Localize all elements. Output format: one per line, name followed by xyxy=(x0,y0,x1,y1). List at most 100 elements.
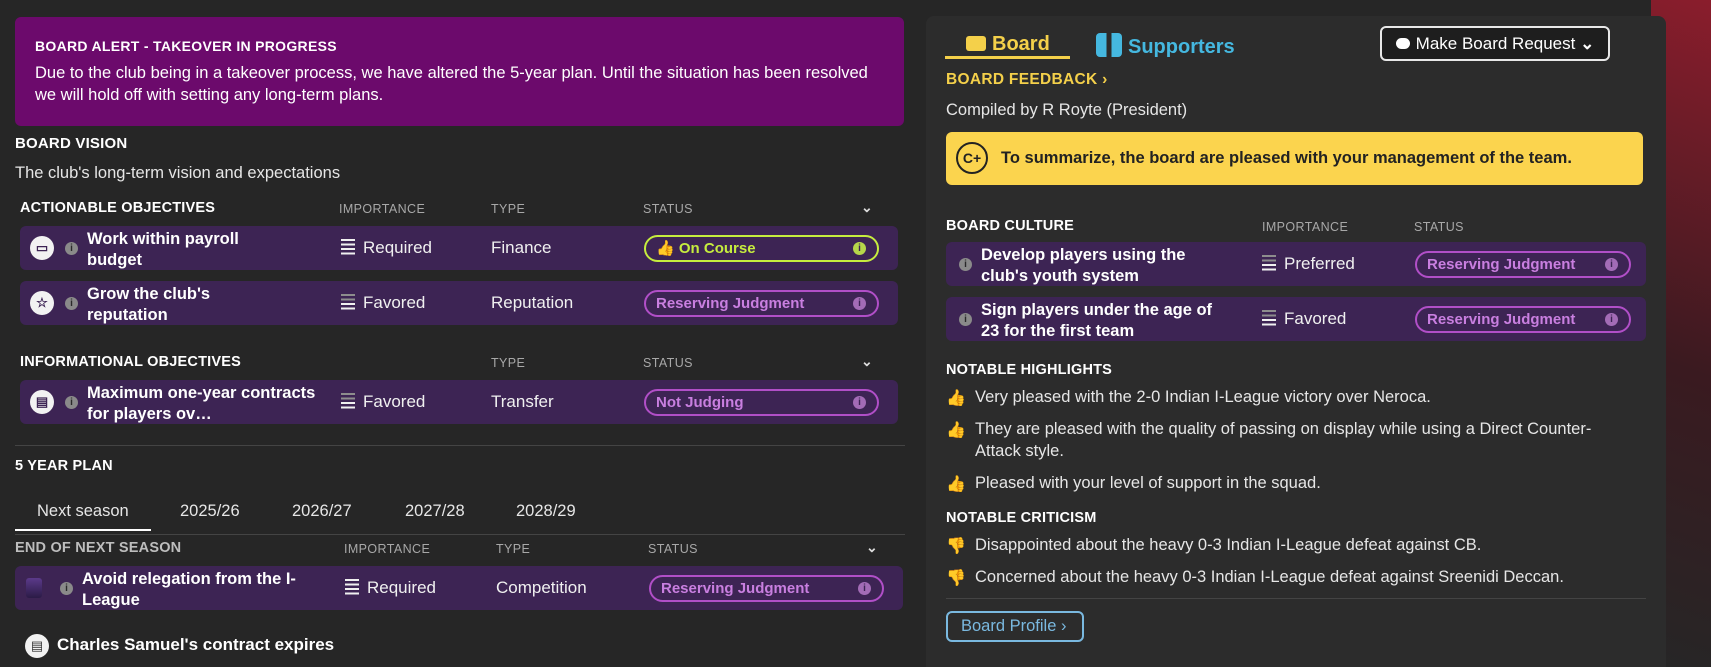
objective-type: Finance xyxy=(491,238,552,257)
tab-2028-29[interactable]: 2028/29 xyxy=(516,502,576,521)
make-board-request-button[interactable]: Make Board Request ⌄ xyxy=(1380,26,1610,61)
thumbs-down-icon: 👎 xyxy=(946,570,966,587)
informational-objectives-header: INFORMATIONAL OBJECTIVES xyxy=(20,354,241,370)
summary-banner: C+ To summarize, the board are pleased w… xyxy=(946,132,1643,185)
info-icon[interactable]: i xyxy=(65,297,78,310)
end-of-next-season-header: END OF NEXT SEASON xyxy=(15,540,182,556)
status-badge[interactable]: Reserving Judgment i xyxy=(649,575,884,602)
tab-supporters[interactable]: Supporters xyxy=(1096,33,1235,59)
divider xyxy=(946,598,1646,599)
info-icon[interactable]: i xyxy=(858,582,871,595)
briefcase-icon xyxy=(966,36,986,51)
col-type: TYPE xyxy=(491,356,526,370)
culture-row[interactable]: i Develop players using the club's youth… xyxy=(946,242,1646,286)
divider xyxy=(15,534,905,535)
thumbs-up-icon: 👍 xyxy=(946,476,966,493)
objective-importance: Required xyxy=(345,578,436,598)
objective-type: Reputation xyxy=(491,293,574,312)
objective-row[interactable]: i Avoid relegation from the I-League Req… xyxy=(15,566,903,610)
status-badge[interactable]: Reserving Judgment i xyxy=(1415,306,1631,333)
notable-criticism-header: NOTABLE CRITICISM xyxy=(946,510,1097,526)
money-icon: ▭ xyxy=(30,236,54,260)
objective-row[interactable]: ▭ i Work within payroll budget Required … xyxy=(20,226,898,270)
thumbs-down-icon: 👎 xyxy=(946,538,966,555)
document-icon: ▤ xyxy=(25,634,49,658)
thumbs-up-icon: 👍 xyxy=(946,422,966,439)
status-badge[interactable]: Reserving Judgment i xyxy=(644,290,879,317)
col-status: STATUS xyxy=(643,356,693,370)
objective-name: Avoid relegation from the I-League xyxy=(82,570,296,609)
tab-2026-27[interactable]: 2026/27 xyxy=(292,502,352,521)
objective-row[interactable]: ☆ i Grow the club's reputation Favored R… xyxy=(20,281,898,325)
status-badge[interactable]: 👍 On Course i xyxy=(644,235,879,262)
board-feedback-link[interactable]: BOARD FEEDBACK › xyxy=(946,71,1108,89)
alert-text: Due to the club being in a takeover proc… xyxy=(35,64,868,104)
importance-bars-icon xyxy=(1262,255,1276,271)
tab-2025-26[interactable]: 2025/26 xyxy=(180,502,240,521)
chevron-down-icon: ⌄ xyxy=(1580,34,1595,53)
chevron-right-icon: › xyxy=(1060,617,1067,635)
importance-bars-icon xyxy=(341,239,355,255)
chevron-down-icon[interactable]: ⌄ xyxy=(861,353,873,370)
status-badge[interactable]: Reserving Judgment i xyxy=(1415,251,1631,278)
relegation-icon xyxy=(26,578,42,598)
objective-name: Work within payroll budget xyxy=(87,230,239,269)
status-text: Reserving Judgment xyxy=(661,580,810,597)
contract-note-text: Charles Samuel's contract expires xyxy=(57,635,335,654)
info-icon[interactable]: i xyxy=(65,242,78,255)
col-status: STATUS xyxy=(1414,220,1464,234)
objective-importance: Required xyxy=(341,238,432,258)
info-icon[interactable]: i xyxy=(1605,313,1618,326)
chevron-down-icon[interactable]: ⌄ xyxy=(861,199,873,216)
importance-bars-icon xyxy=(341,393,355,409)
tab-2027-28[interactable]: 2027/28 xyxy=(405,502,465,521)
chevron-down-icon[interactable]: ⌄ xyxy=(866,539,878,556)
info-icon[interactable]: i xyxy=(1605,258,1618,271)
supporters-icon xyxy=(1096,33,1122,57)
info-icon[interactable]: i xyxy=(853,242,866,255)
culture-name: Sign players under the age of 23 for the… xyxy=(981,301,1213,340)
tab-board[interactable]: Board xyxy=(966,33,1050,56)
objective-type: Transfer xyxy=(491,392,554,411)
grade-badge: C+ xyxy=(956,142,988,174)
objective-name: Maximum one-year contracts for players o… xyxy=(87,384,316,423)
culture-row[interactable]: i Sign players under the age of 23 for t… xyxy=(946,297,1646,341)
info-icon[interactable]: i xyxy=(959,313,972,326)
status-text: Reserving Judgment xyxy=(1427,311,1576,328)
objective-importance: Favored xyxy=(341,392,425,412)
col-importance: IMPORTANCE xyxy=(1262,220,1349,234)
info-icon[interactable]: i xyxy=(853,396,866,409)
objective-name: Grow the club's reputation xyxy=(87,285,211,324)
document-icon: ▤ xyxy=(30,390,54,414)
status-text: Not Judging xyxy=(656,394,744,411)
info-icon[interactable]: i xyxy=(959,258,972,271)
status-text: On Course xyxy=(678,240,756,257)
col-importance: IMPORTANCE xyxy=(339,202,426,216)
star-icon: ☆ xyxy=(30,291,54,315)
board-vision-subtitle: The club's long-term vision and expectat… xyxy=(15,164,341,182)
board-culture-header: BOARD CULTURE xyxy=(946,218,1074,234)
alert-title: BOARD ALERT - TAKEOVER IN PROGRESS xyxy=(35,38,337,54)
col-status: STATUS xyxy=(643,202,693,216)
culture-importance: Favored xyxy=(1262,309,1346,329)
board-vision-title: BOARD VISION xyxy=(15,135,128,152)
info-icon[interactable]: i xyxy=(60,582,73,595)
tab-next-season[interactable]: Next season xyxy=(15,502,151,531)
chevron-right-icon: › xyxy=(1102,71,1108,88)
info-icon[interactable]: i xyxy=(853,297,866,310)
importance-bars-icon xyxy=(345,579,359,595)
active-tab-indicator xyxy=(945,56,1070,59)
thumbs-up-icon: 👍 xyxy=(656,240,675,257)
actionable-objectives-header: ACTIONABLE OBJECTIVES xyxy=(20,200,216,216)
status-text: Reserving Judgment xyxy=(1427,256,1576,273)
status-text: Reserving Judgment xyxy=(656,295,805,312)
board-vision-panel: BOARD ALERT - TAKEOVER IN PROGRESS Due t… xyxy=(0,0,915,667)
takeover-alert: BOARD ALERT - TAKEOVER IN PROGRESS Due t… xyxy=(15,17,904,126)
board-profile-button[interactable]: Board Profile › xyxy=(946,611,1084,642)
col-importance: IMPORTANCE xyxy=(344,542,431,556)
five-year-plan-title: 5 YEAR PLAN xyxy=(15,458,113,474)
objective-row[interactable]: ▤ i Maximum one-year contracts for playe… xyxy=(20,380,898,424)
info-icon[interactable]: i xyxy=(65,396,78,409)
compiled-by: Compiled by R Royte (President) xyxy=(946,101,1188,119)
status-badge[interactable]: Not Judging i xyxy=(644,389,879,416)
